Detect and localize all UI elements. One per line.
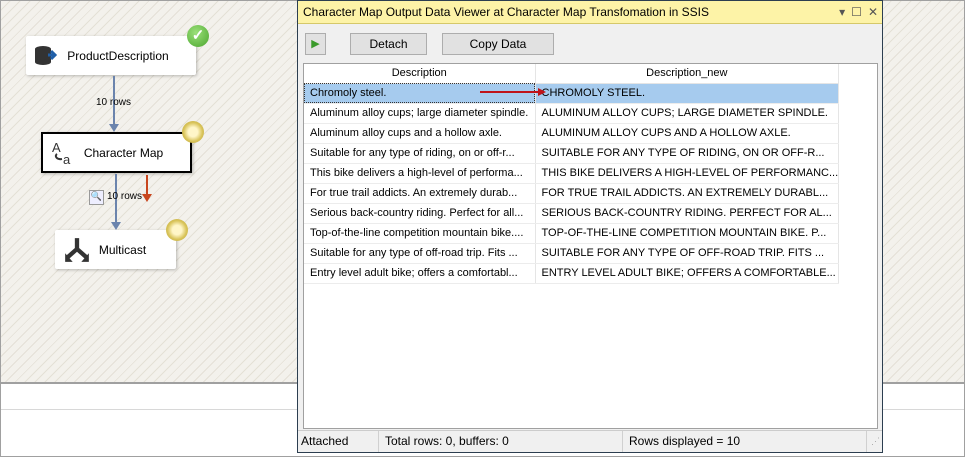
table-row[interactable]: This bike delivers a high-level of perfo…: [304, 163, 840, 184]
cell-description[interactable]: Suitable for any type of riding, on or o…: [304, 143, 536, 164]
cell-description-new[interactable]: FOR TRUE TRAIL ADDICTS. AN EXTREMELY DUR…: [535, 183, 840, 204]
arrow-head-icon: [111, 222, 121, 230]
table-row[interactable]: Aluminum alloy cups; large diameter spin…: [304, 103, 840, 124]
error-path-arrow-icon: [142, 194, 152, 202]
detach-button[interactable]: Detach: [350, 33, 427, 55]
table-row[interactable]: Serious back-country riding. Perfect for…: [304, 203, 840, 224]
arrow-head-icon: [109, 124, 119, 132]
close-icon[interactable]: ✕: [868, 1, 878, 23]
table-row[interactable]: Chromoly steel. CHROMOLY STEEL.: [304, 83, 840, 104]
node-label: ProductDescription: [67, 48, 169, 63]
cell-description[interactable]: Top-of-the-line competition mountain bik…: [304, 223, 536, 244]
path-row-count: 10 rows: [96, 97, 132, 108]
column-header-description-new[interactable]: Description_new: [535, 64, 840, 84]
annotation-arrow-icon: [480, 88, 546, 96]
cell-description-new[interactable]: SERIOUS BACK-COUNTRY RIDING. PERFECT FOR…: [535, 203, 840, 224]
copy-data-button[interactable]: Copy Data: [442, 33, 554, 55]
success-check-icon: ✓: [187, 25, 209, 47]
node-character-map[interactable]: Aa Character Map: [41, 132, 192, 173]
cell-description-new[interactable]: ALUMINUM ALLOY CUPS; LARGE DIAMETER SPIN…: [535, 103, 840, 124]
node-multicast[interactable]: Multicast: [55, 230, 176, 269]
cell-description[interactable]: Entry level adult bike; offers a comfort…: [304, 263, 536, 284]
cell-description-new[interactable]: TOP-OF-THE-LINE COMPETITION MOUNTAIN BIK…: [535, 223, 840, 244]
window-title: Character Map Output Data Viewer at Char…: [303, 5, 709, 19]
cell-description[interactable]: Aluminum alloy cups and a hollow axle.: [304, 123, 536, 144]
cell-description[interactable]: Aluminum alloy cups; large diameter spin…: [304, 103, 536, 124]
status-rows-displayed: Rows displayed = 10: [623, 431, 867, 452]
table-row[interactable]: Suitable for any type of riding, on or o…: [304, 143, 840, 164]
cell-description[interactable]: For true trail addicts. An extremely dur…: [304, 183, 536, 204]
executing-icon: [182, 121, 204, 143]
cell-description-new[interactable]: THIS BIKE DELIVERS A HIGH-LEVEL OF PERFO…: [535, 163, 840, 184]
cell-description[interactable]: This bike delivers a high-level of perfo…: [304, 163, 536, 184]
cell-description-new[interactable]: SUITABLE FOR ANY TYPE OF OFF-ROAD TRIP. …: [535, 243, 840, 264]
node-label: Multicast: [98, 242, 147, 257]
window-title-bar[interactable]: Character Map Output Data Viewer at Char…: [298, 1, 882, 24]
play-button[interactable]: ▶: [305, 33, 326, 55]
resize-grip-icon[interactable]: ⋰: [867, 431, 882, 452]
cell-description-new[interactable]: ENTRY LEVEL ADULT BIKE; OFFERS A COMFORT…: [535, 263, 840, 284]
dropdown-icon[interactable]: ▾: [839, 1, 845, 23]
table-row[interactable]: Aluminum alloy cups and a hollow axle. AL…: [304, 123, 840, 144]
executing-icon: [166, 219, 188, 241]
cell-description-new[interactable]: CHROMOLY STEEL.: [535, 83, 840, 104]
data-grid[interactable]: Description Description_new Chromoly ste…: [303, 63, 878, 429]
path-row-count: 10 rows: [107, 191, 143, 202]
status-state: Attached: [298, 431, 379, 452]
cell-description-new[interactable]: SUITABLE FOR ANY TYPE OF RIDING, ON OR O…: [535, 143, 840, 164]
maximize-icon[interactable]: ☐: [851, 1, 862, 23]
status-bar: Attached Total rows: 0, buffers: 0 Rows …: [298, 430, 882, 452]
table-row[interactable]: Top-of-the-line competition mountain bik…: [304, 223, 840, 244]
table-row[interactable]: Entry level adult bike; offers a comfort…: [304, 263, 840, 284]
node-label: Character Map: [83, 145, 164, 160]
data-viewer-icon[interactable]: 🔍: [89, 190, 104, 205]
cell-description-new[interactable]: ALUMINUM ALLOY CUPS AND A HOLLOW AXLE.: [535, 123, 840, 144]
status-totals: Total rows: 0, buffers: 0: [379, 431, 623, 452]
data-viewer-window: Character Map Output Data Viewer at Char…: [297, 0, 883, 453]
cell-description[interactable]: Suitable for any type of off-road trip. …: [304, 243, 536, 264]
node-product-description[interactable]: ProductDescription: [26, 36, 196, 75]
table-row[interactable]: Suitable for any type of off-road trip. …: [304, 243, 840, 264]
column-header-description[interactable]: Description: [304, 64, 536, 84]
table-row[interactable]: For true trail addicts. An extremely dur…: [304, 183, 840, 204]
cell-description[interactable]: Serious back-country riding. Perfect for…: [304, 203, 536, 224]
